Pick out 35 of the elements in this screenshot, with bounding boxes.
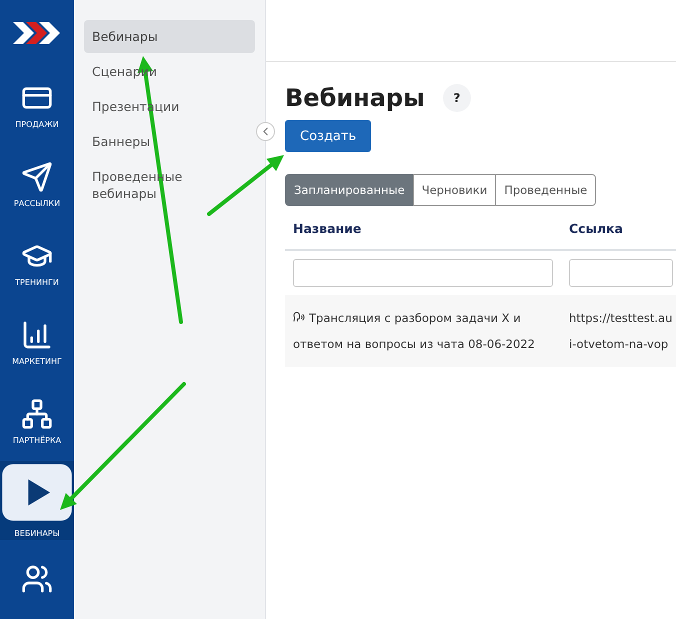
users-icon (21, 563, 53, 596)
logo-icon[interactable] (13, 20, 61, 46)
nav-item[interactable]: ТРЕНИНГИ (0, 224, 74, 303)
tab[interactable]: Проведенные (495, 174, 596, 206)
nav-item[interactable]: ПРОДАЖИ (0, 66, 74, 145)
table-cell: Трансляция с разбором задачи X и ответом на вопросы из чата 08-06-2022 (285, 295, 561, 367)
link-text[interactable]: https://testtest.au (569, 305, 673, 331)
nav-label: ПАРТНЁРКА (12, 436, 62, 445)
nav-item[interactable]: ВЕБИНАРЫ (0, 460, 74, 540)
nav-label: РАССЫЛКИ (14, 198, 60, 208)
nav-label: ВЕБИНАРЫ (14, 529, 60, 538)
submenu-item[interactable]: Вебинары (84, 20, 255, 53)
nav-item[interactable]: ПАРТНЁРКА (0, 382, 74, 461)
bar-chart-icon (21, 318, 53, 351)
page-title: Вебинары (285, 84, 425, 112)
collapse-button[interactable] (256, 122, 275, 141)
tab[interactable]: Черновики (412, 174, 496, 206)
play-icon (0, 462, 74, 524)
submenu-item[interactable]: Баннеры (84, 125, 255, 158)
nav-label: ПРОДАЖИ (15, 120, 59, 129)
speaker-icon (293, 311, 305, 323)
nav-item[interactable]: МАРКЕТИНГ (0, 302, 74, 382)
nav-item[interactable]: РАССЫЛКИ (0, 144, 74, 224)
tab[interactable]: Запланированные (285, 174, 414, 206)
nav-label: МАРКЕТИНГ (12, 356, 62, 366)
column-header[interactable]: Название (285, 218, 561, 251)
nav-label: ТРЕНИНГИ (15, 278, 59, 287)
paper-plane-icon (21, 160, 53, 193)
people-network-icon (21, 398, 53, 430)
filter-field[interactable] (569, 259, 673, 287)
help-button[interactable]: ? (442, 84, 471, 112)
column-header[interactable]: Ссылка (561, 218, 676, 251)
filter-field[interactable] (293, 259, 553, 287)
link-text[interactable]: i-otvetom-na-vop (569, 331, 673, 357)
create-button[interactable]: Создать (285, 120, 372, 152)
